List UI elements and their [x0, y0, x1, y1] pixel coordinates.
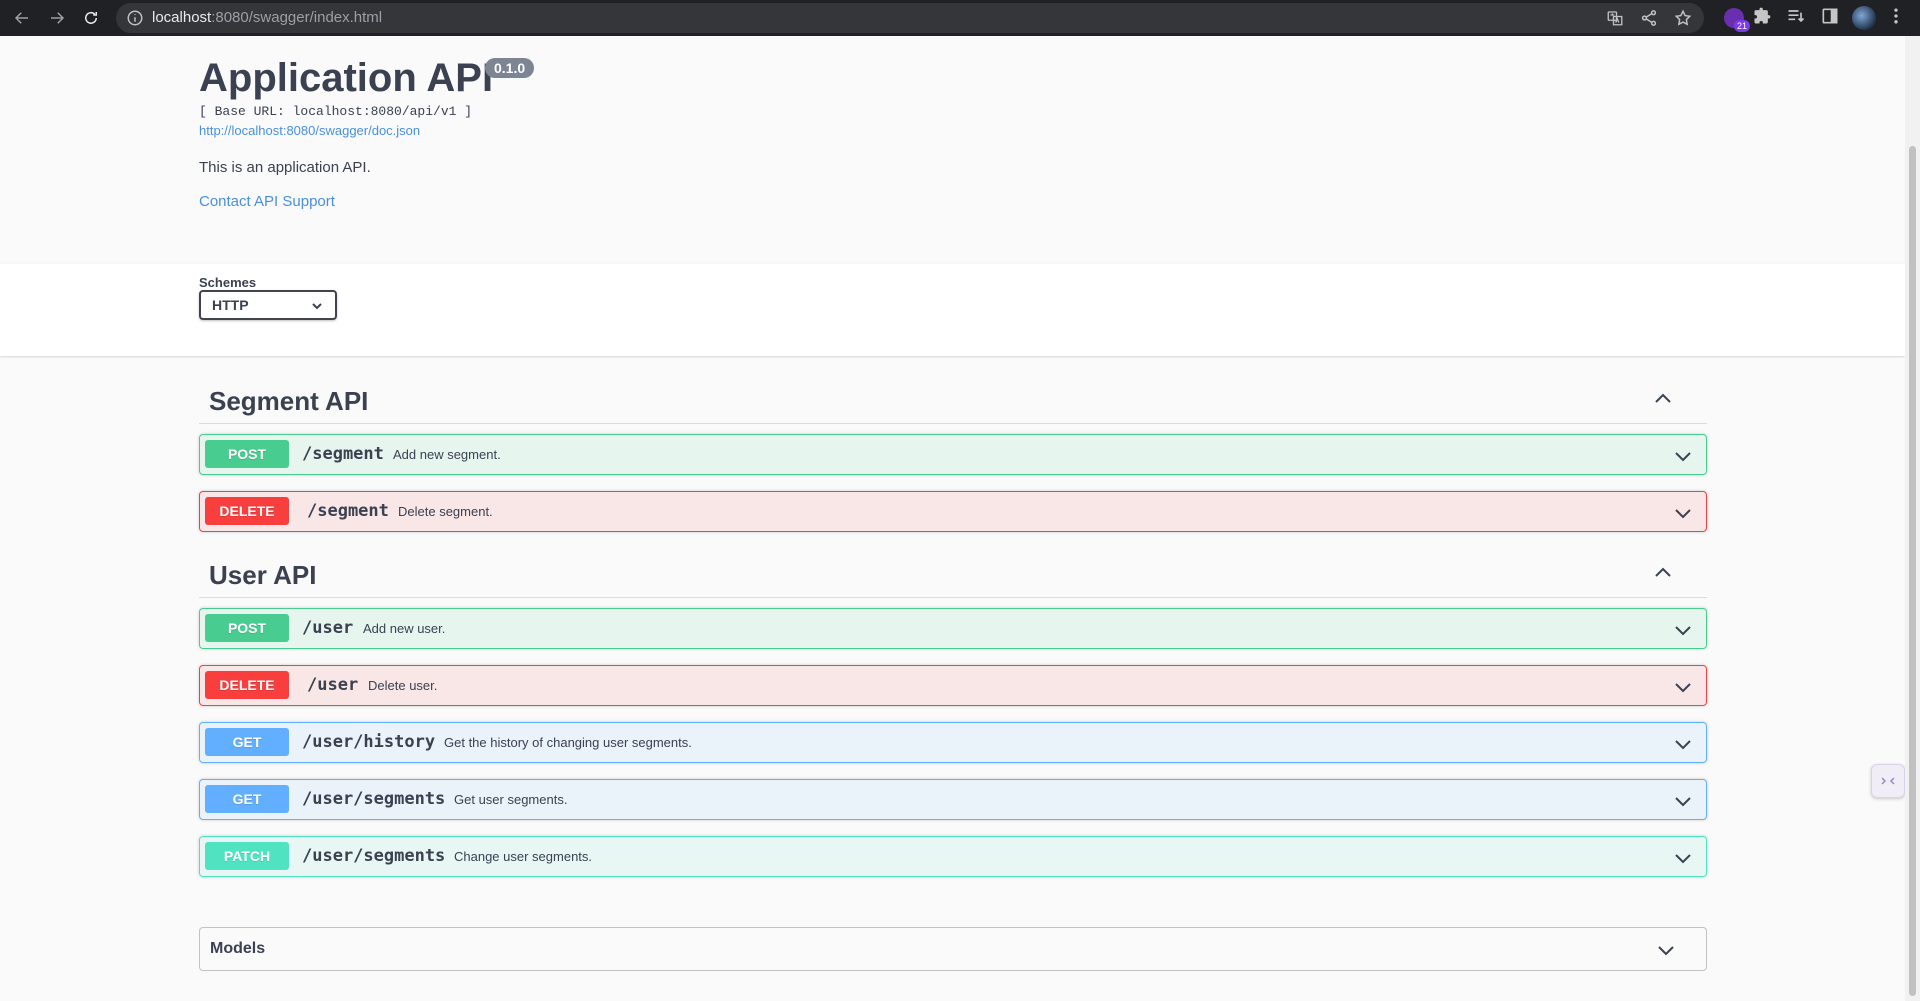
method-badge: GET — [205, 728, 289, 756]
chevron-up-icon[interactable] — [1653, 563, 1673, 583]
reading-list-icon[interactable] — [1786, 6, 1810, 30]
swagger-ui: Application API 0.1.0 [ Base URL: localh… — [0, 36, 1905, 1001]
operation-summary: Get user segments. — [454, 792, 568, 807]
doc-json-link[interactable]: http://localhost:8080/swagger/doc.json — [199, 123, 420, 138]
method-badge: GET — [205, 785, 289, 813]
models-label: Models — [210, 940, 266, 957]
schemes-section: Schemes HTTP — [0, 264, 1905, 356]
version-badge: 0.1.0 — [485, 58, 535, 78]
chevron-down-icon[interactable] — [1673, 446, 1693, 466]
api-info: Application API 0.1.0 [ Base URL: localh… — [0, 36, 1905, 264]
profile-avatar[interactable] — [1852, 6, 1876, 30]
chevron-down-icon[interactable] — [1673, 620, 1693, 640]
browser-menu-icon[interactable] — [1886, 6, 1910, 30]
extensions-puzzle-icon[interactable] — [1752, 6, 1776, 30]
tag-user-api[interactable]: User API — [199, 546, 1707, 598]
tag-name: Segment API — [209, 386, 369, 416]
url-path: :8080/swagger/index.html — [211, 9, 383, 26]
address-bar[interactable]: localhost:8080/swagger/index.html — [116, 3, 1704, 33]
method-badge: POST — [205, 440, 289, 468]
contact-support-link[interactable]: Contact API Support — [199, 193, 335, 210]
reload-icon[interactable] — [79, 6, 103, 30]
url-host: localhost — [152, 9, 212, 26]
operation-delete-segment[interactable]: DELETE /segment Delete segment. — [199, 491, 1707, 532]
schemes-selected: HTTP — [212, 297, 249, 313]
operation-get-user-segments[interactable]: GET /user/segments Get user segments. — [199, 779, 1707, 820]
bookmark-star-icon[interactable] — [1674, 9, 1692, 27]
chevron-down-icon[interactable] — [1673, 503, 1693, 523]
share-icon[interactable] — [1640, 9, 1658, 27]
base-url: [ Base URL: localhost:8080/api/v1 ] — [199, 104, 473, 119]
operation-post-segment[interactable]: POST /segment Add new segment. — [199, 434, 1707, 475]
scrollbar-thumb[interactable] — [1909, 146, 1916, 996]
schemes-select[interactable]: HTTP — [199, 290, 337, 320]
operation-summary: Add new segment. — [393, 447, 501, 462]
page-scrollbar[interactable] — [1905, 36, 1920, 1001]
method-badge: DELETE — [205, 497, 289, 525]
back-arrow-icon[interactable] — [10, 6, 34, 30]
url-text[interactable]: localhost:8080/swagger/index.html — [152, 9, 382, 26]
operation-path: /user/segments — [302, 846, 446, 866]
tag-segment-api[interactable]: Segment API — [199, 372, 1707, 424]
forward-arrow-icon[interactable] — [45, 6, 69, 30]
operation-path: /user — [302, 618, 354, 638]
chevron-down-icon[interactable] — [1673, 677, 1693, 697]
site-info-icon[interactable] — [126, 9, 144, 27]
chevron-down-icon[interactable] — [1673, 791, 1693, 811]
models-section[interactable]: Models — [199, 927, 1707, 971]
operation-summary: Add new user. — [363, 621, 446, 636]
operation-delete-user[interactable]: DELETE /user Delete user. — [199, 665, 1707, 706]
operation-path: /user/history — [302, 732, 436, 752]
side-panel-icon[interactable] — [1820, 6, 1844, 30]
extension-badge-count: 21 — [1733, 20, 1750, 32]
floating-widget-icon[interactable] — [1871, 764, 1905, 798]
extension-badge-icon[interactable]: 21 — [1724, 8, 1750, 32]
operation-path: /segment — [307, 501, 389, 521]
browser-toolbar: localhost:8080/swagger/index.html 21 — [0, 0, 1920, 36]
method-badge: DELETE — [205, 671, 289, 699]
api-description: This is an application API. — [199, 159, 371, 176]
api-title: Application API — [199, 56, 494, 100]
method-badge: PATCH — [205, 842, 289, 870]
operation-patch-user-segments[interactable]: PATCH /user/segments Change user segment… — [199, 836, 1707, 877]
operation-path: /segment — [302, 444, 384, 464]
operation-path: /user — [307, 675, 359, 695]
tag-name: User API — [209, 560, 317, 590]
chevron-up-icon[interactable] — [1653, 389, 1673, 409]
chevron-down-icon[interactable] — [1673, 848, 1693, 868]
operation-summary: Get the history of changing user segment… — [444, 735, 692, 750]
operation-get-user-history[interactable]: GET /user/history Get the history of cha… — [199, 722, 1707, 763]
operation-summary: Delete segment. — [398, 504, 493, 519]
operation-path: /user/segments — [302, 789, 446, 809]
translate-icon[interactable] — [1606, 9, 1624, 27]
operation-summary: Change user segments. — [454, 849, 593, 864]
method-badge: POST — [205, 614, 289, 642]
operation-post-user[interactable]: POST /user Add new user. — [199, 608, 1707, 649]
schemes-label: Schemes — [199, 275, 257, 290]
chevron-down-icon[interactable] — [1673, 734, 1693, 754]
chevron-down-icon — [312, 303, 322, 310]
chevron-down-icon[interactable] — [1656, 940, 1676, 960]
operation-summary: Delete user. — [368, 678, 438, 693]
